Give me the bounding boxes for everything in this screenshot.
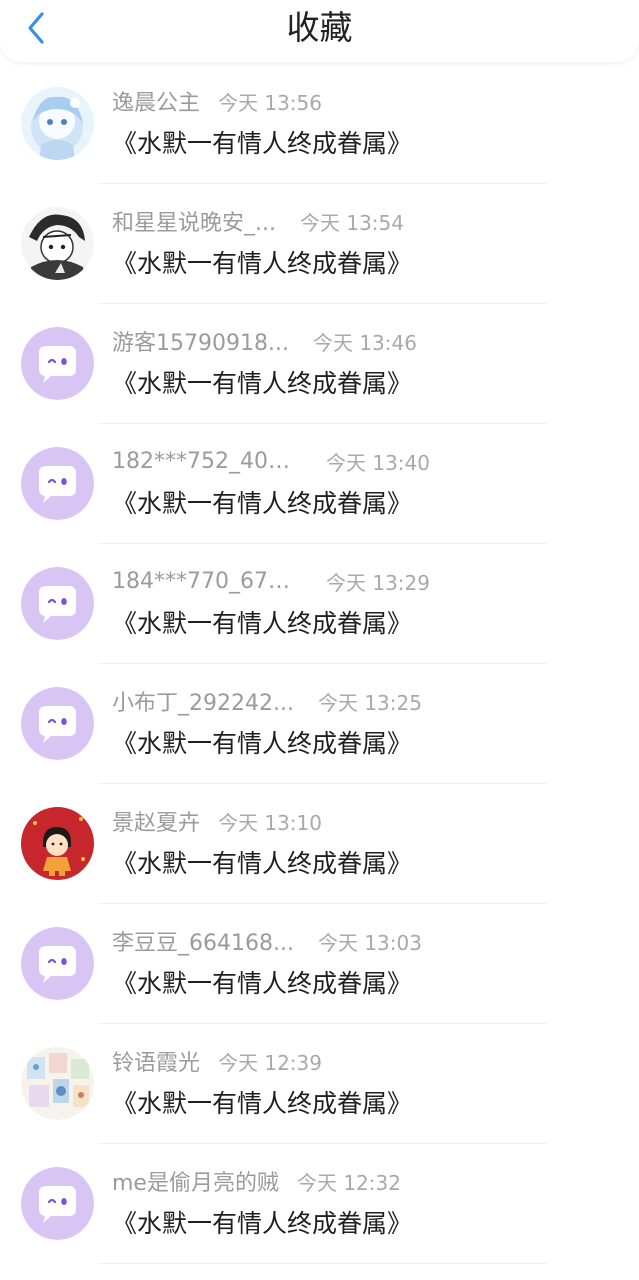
favorite-title: 《水默一有情人终成眷属》: [112, 249, 413, 278]
chat-bubble-avatar-icon: [21, 1167, 94, 1240]
item-meta: 182***752_409... 今天 13:40: [112, 446, 430, 476]
chat-bubble-avatar-icon: [21, 327, 94, 400]
username: 铃语霞光: [112, 1051, 201, 1076]
username: 逸晨公主: [112, 91, 201, 116]
favorite-title: 《水默一有情人终成眷属》: [112, 609, 413, 638]
list-item[interactable]: 和星星说晚安_... 今天 13:54 《水默一有情人终成眷属》: [0, 184, 639, 304]
item-meta: 李豆豆_664168... 今天 13:03: [112, 926, 422, 957]
avatar: [21, 1167, 94, 1240]
item-meta: 184***770_676... 今天 13:29: [112, 566, 430, 596]
avatar: [21, 1047, 94, 1120]
timestamp: 今天 13:29: [326, 570, 430, 595]
favorite-title: 《水默一有情人终成眷属》: [112, 369, 413, 398]
timestamp: 今天 13:40: [326, 450, 430, 475]
avatar: [21, 807, 94, 880]
list-item[interactable]: 游客15790918... 今天 13:46 《水默一有情人终成眷属》: [0, 304, 639, 424]
anime-girl-avatar-icon: [21, 87, 94, 160]
favorite-title: 《水默一有情人终成眷属》: [112, 849, 413, 878]
item-meta: 游客15790918... 今天 13:46: [112, 326, 417, 357]
avatar: [21, 927, 94, 1000]
username: 182***752_409...: [112, 448, 302, 474]
avatar: [21, 87, 94, 160]
list-item[interactable]: 182***752_409... 今天 13:40 《水默一有情人终成眷属》: [0, 424, 639, 544]
avatar: [21, 327, 94, 400]
cartoon-girl-avatar-icon: [21, 807, 94, 880]
item-meta: 逸晨公主 今天 13:56: [112, 86, 323, 117]
username: 小布丁_292242...: [112, 691, 294, 716]
timestamp: 今天 13:54: [299, 210, 404, 235]
timestamp: 今天 12:32: [296, 1170, 401, 1195]
favorite-title: 《水默一有情人终成眷属》: [112, 129, 413, 158]
favorite-title: 《水默一有情人终成眷属》: [112, 729, 413, 758]
item-meta: 景赵夏卉 今天 13:10: [112, 806, 323, 837]
timestamp: 今天 13:46: [312, 330, 417, 355]
list-item[interactable]: 逸晨公主 今天 13:56 《水默一有情人终成眷属》: [0, 64, 639, 184]
avatar: [21, 567, 94, 640]
list-item[interactable]: 李豆豆_664168... 今天 13:03 《水默一有情人终成眷属》: [0, 904, 639, 1024]
item-meta: me是偷月亮的贼 今天 12:32: [112, 1166, 401, 1197]
timestamp: 今天 13:56: [218, 90, 323, 115]
divider: [98, 1263, 547, 1264]
favorite-title: 《水默一有情人终成眷属》: [112, 1209, 413, 1238]
chat-bubble-avatar-icon: [21, 447, 94, 520]
avatar: [21, 207, 94, 280]
list-item[interactable]: 184***770_676... 今天 13:29 《水默一有情人终成眷属》: [0, 544, 639, 664]
timestamp: 今天 13:10: [218, 810, 323, 835]
timestamp: 今天 13:25: [317, 690, 422, 715]
list-item[interactable]: 景赵夏卉 今天 13:10 《水默一有情人终成眷属》: [0, 784, 639, 904]
chat-bubble-avatar-icon: [21, 567, 94, 640]
timestamp: 今天 12:39: [218, 1050, 323, 1075]
avatar: [21, 447, 94, 520]
username: 184***770_676...: [112, 568, 302, 594]
chat-bubble-avatar-icon: [21, 927, 94, 1000]
username: me是偷月亮的贼: [112, 1171, 279, 1196]
top-bar: 收藏: [0, 0, 639, 62]
username: 景赵夏卉: [112, 811, 201, 836]
avatar: [21, 687, 94, 760]
timestamp: 今天 13:03: [317, 930, 422, 955]
username: 和星星说晚安_...: [112, 211, 276, 236]
favorite-title: 《水默一有情人终成眷属》: [112, 969, 413, 998]
username: 游客15790918...: [112, 331, 289, 356]
username: 李豆豆_664168...: [112, 931, 294, 956]
page-title: 收藏: [286, 8, 353, 47]
list-item[interactable]: 铃语霞光 今天 12:39 《水默一有情人终成眷属》: [0, 1024, 639, 1144]
illustration-collage-avatar-icon: [21, 1047, 94, 1120]
favorites-list: 逸晨公主 今天 13:56 《水默一有情人终成眷属》 和星星说晚安_... 今天…: [0, 64, 639, 1264]
list-item[interactable]: me是偷月亮的贼 今天 12:32 《水默一有情人终成眷属》: [0, 1144, 639, 1264]
item-meta: 和星星说晚安_... 今天 13:54: [112, 206, 404, 237]
favorites-page: 收藏 逸晨公主 今天 13:56 《水默一有情人终成眷属》 和星星说晚安_...…: [0, 0, 639, 1280]
favorite-title: 《水默一有情人终成眷属》: [112, 1089, 413, 1118]
favorite-title: 《水默一有情人终成眷属》: [112, 489, 413, 518]
chat-bubble-avatar-icon: [21, 687, 94, 760]
item-meta: 小布丁_292242... 今天 13:25: [112, 686, 422, 717]
manga-sketch-avatar-icon: [21, 207, 94, 280]
list-item[interactable]: 小布丁_292242... 今天 13:25 《水默一有情人终成眷属》: [0, 664, 639, 784]
item-meta: 铃语霞光 今天 12:39: [112, 1046, 323, 1077]
